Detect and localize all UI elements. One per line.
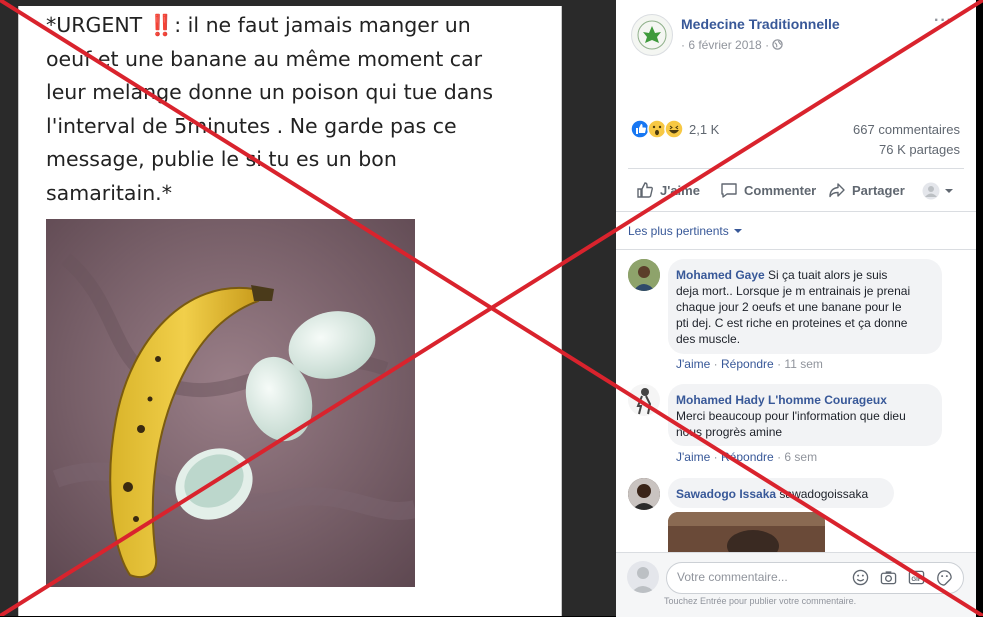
comment-button[interactable]: Commenter bbox=[720, 181, 816, 199]
comment-bubble: Mohamed Gaye Si ça tuait alors je suis d… bbox=[668, 259, 942, 354]
page-name[interactable]: Medecine Traditionnelle bbox=[681, 16, 840, 32]
avatar bbox=[627, 561, 659, 593]
avatar[interactable] bbox=[628, 384, 660, 416]
profile-silhouette-icon bbox=[922, 182, 940, 200]
comment-input-placeholder: Votre commentaire... bbox=[677, 570, 788, 584]
composer-hint: Touchez Entrée pour publier votre commen… bbox=[664, 596, 857, 606]
haha-reaction-icon bbox=[664, 119, 684, 139]
comment-text-line: deja mort.. Lorsque je m entrainais je p… bbox=[676, 284, 911, 298]
caret-down-icon bbox=[945, 189, 953, 193]
post-date[interactable]: 6 février 2018 bbox=[688, 38, 761, 52]
comment-reply-link[interactable]: Répondre bbox=[721, 450, 774, 464]
wow-reaction-icon bbox=[647, 119, 667, 139]
sort-label: Les plus pertinents bbox=[628, 224, 729, 238]
sticker-icon[interactable] bbox=[936, 569, 953, 586]
share-arrow-icon bbox=[829, 183, 845, 198]
reaction-icons[interactable] bbox=[630, 119, 690, 139]
comment-author[interactable]: Mohamed Gaye bbox=[676, 268, 765, 282]
comment-reply-link[interactable]: Répondre bbox=[721, 357, 774, 371]
profile-silhouette-icon bbox=[631, 567, 655, 593]
comment-text-line: Si ça tuait alors je suis bbox=[768, 268, 888, 282]
like-button[interactable]: J'aime bbox=[636, 181, 700, 199]
comment-time[interactable]: 11 sem bbox=[784, 357, 822, 371]
facebook-post-panel: Medecine Traditionnelle · 6 février 2018… bbox=[616, 0, 976, 617]
thumbs-up-icon bbox=[637, 182, 653, 198]
message-text: *URGENT ‼️: il ne faut jamais manger un … bbox=[46, 13, 493, 205]
comment-bubble: Mohamed Hady L'homme Courageux Merci bea… bbox=[668, 384, 942, 446]
comment-input[interactable]: Votre commentaire... GIF bbox=[666, 562, 964, 594]
divider-2 bbox=[616, 211, 976, 212]
page-avatar[interactable] bbox=[631, 14, 673, 56]
post-image: *URGENT ‼️: il ne faut jamais manger un … bbox=[0, 0, 616, 616]
comment-author[interactable]: Sawadogo Issaka bbox=[676, 487, 776, 501]
share-label: Partager bbox=[852, 182, 905, 198]
comment-icon bbox=[721, 183, 737, 198]
avatar[interactable] bbox=[628, 259, 660, 291]
like-reaction-icon bbox=[630, 119, 650, 139]
comment-photo[interactable] bbox=[668, 512, 825, 552]
comment-text-line: sawadogoissaka bbox=[779, 487, 869, 501]
comment-time[interactable]: 6 sem bbox=[784, 450, 817, 464]
like-label: J'aime bbox=[660, 182, 700, 198]
comment-sort-dropdown[interactable]: Les plus pertinents bbox=[628, 224, 742, 238]
banana-egg-photo bbox=[46, 219, 415, 587]
divider-3 bbox=[616, 249, 976, 250]
comment-like-link[interactable]: J'aime bbox=[676, 450, 710, 464]
more-options-button[interactable]: ··· bbox=[934, 12, 953, 30]
svg-text:GIF: GIF bbox=[911, 576, 921, 583]
meta-separator: · bbox=[681, 38, 685, 52]
comment-text-line: nous progrès amine bbox=[676, 425, 783, 439]
caret-down-icon bbox=[733, 229, 742, 233]
avatar[interactable] bbox=[628, 478, 660, 510]
post-as-selector[interactable] bbox=[922, 182, 954, 200]
share-button[interactable]: Partager bbox=[828, 181, 905, 199]
comment-text-line: des muscle. bbox=[676, 332, 741, 346]
right-edge-strip bbox=[976, 0, 983, 616]
comment-like-link[interactable]: J'aime bbox=[676, 357, 710, 371]
post-meta: · 6 février 2018 · bbox=[681, 38, 784, 52]
gif-icon[interactable]: GIF bbox=[908, 569, 925, 586]
comments-count[interactable]: 667 commentaires bbox=[853, 122, 960, 137]
leaf-logo-icon bbox=[637, 20, 667, 50]
comment-actions: J'aime · Répondre · 6 sem bbox=[676, 450, 818, 464]
globe-icon bbox=[772, 38, 784, 52]
comment-bubble: Sawadogo Issaka sawadogoissaka bbox=[668, 478, 894, 508]
comment-text-line: chaque jour 2 oeufs et une banane pour l… bbox=[676, 300, 902, 314]
comment-author[interactable]: Mohamed Hady L'homme Courageux bbox=[676, 393, 887, 407]
meta-separator-2: · bbox=[765, 38, 770, 52]
camera-icon[interactable] bbox=[880, 569, 897, 586]
shares-count[interactable]: 76 K partages bbox=[879, 142, 960, 157]
divider bbox=[628, 168, 964, 169]
comment-label: Commenter bbox=[744, 182, 817, 198]
comment-text-line: pti dej. C est riche en proteines et ça … bbox=[676, 316, 908, 330]
reaction-count[interactable]: 2,1 K bbox=[689, 122, 719, 137]
comment-text-line: Merci beaucoup pour l'information que di… bbox=[676, 409, 906, 423]
comment-actions: J'aime · Répondre · 11 sem bbox=[676, 357, 823, 371]
emoji-icon[interactable] bbox=[852, 569, 869, 586]
